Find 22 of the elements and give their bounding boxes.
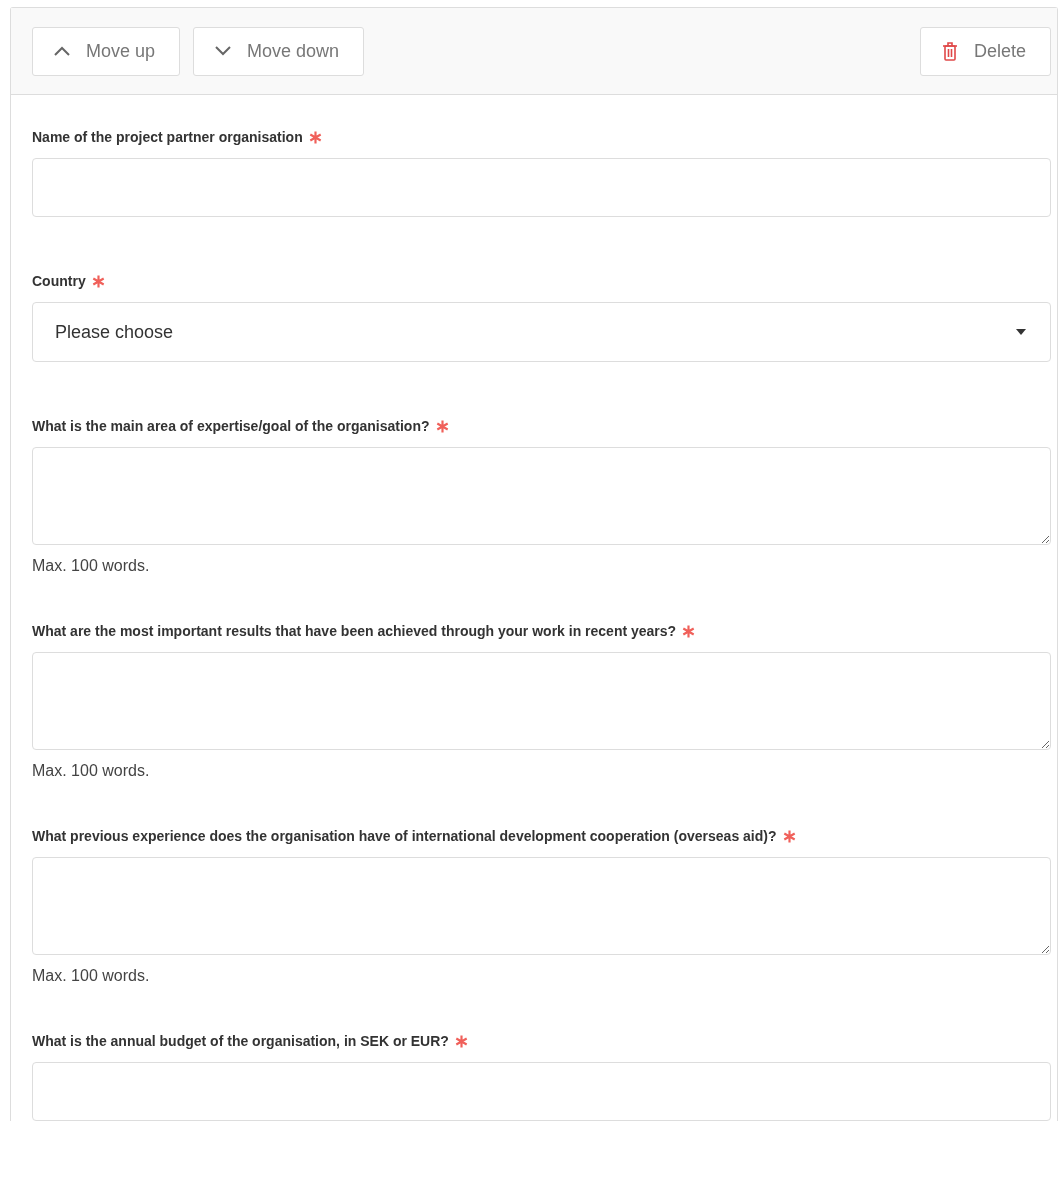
field-label: Country bbox=[32, 272, 86, 291]
country-select[interactable]: Please choose bbox=[32, 302, 1051, 362]
text-area[interactable] bbox=[32, 652, 1051, 750]
move-up-button[interactable]: Move up bbox=[32, 26, 181, 76]
trash-icon bbox=[941, 41, 958, 61]
text-area[interactable] bbox=[32, 857, 1051, 955]
field-label: What are the most important results that have been achieved through your work in recent years? bbox=[32, 622, 677, 641]
move-down-button[interactable]: Move down bbox=[193, 26, 365, 76]
text-field[interactable] bbox=[32, 1062, 1051, 1121]
caret-down-icon bbox=[1016, 329, 1026, 335]
word-limit-hint: Max. 100 words. bbox=[32, 557, 151, 575]
field-label: What is the annual budget of the organisation, in SEK or EUR? bbox=[32, 1032, 449, 1051]
field-label: What previous experience does the organisation have of international development cooperation (overseas aid)? bbox=[32, 827, 777, 846]
chevron-down-icon bbox=[215, 46, 232, 56]
word-limit-hint: Max. 100 words. bbox=[32, 762, 151, 780]
word-limit-hint: Max. 100 words. bbox=[32, 967, 151, 985]
delete-button[interactable]: Delete bbox=[919, 26, 1051, 76]
chevron-up-icon bbox=[54, 46, 70, 56]
field-label: What is the main area of expertise/goal of the organisation? bbox=[32, 417, 430, 436]
text-area[interactable] bbox=[32, 447, 1051, 545]
field-label: Name of the project partner organisation bbox=[32, 128, 303, 147]
text-field[interactable] bbox=[32, 158, 1051, 217]
